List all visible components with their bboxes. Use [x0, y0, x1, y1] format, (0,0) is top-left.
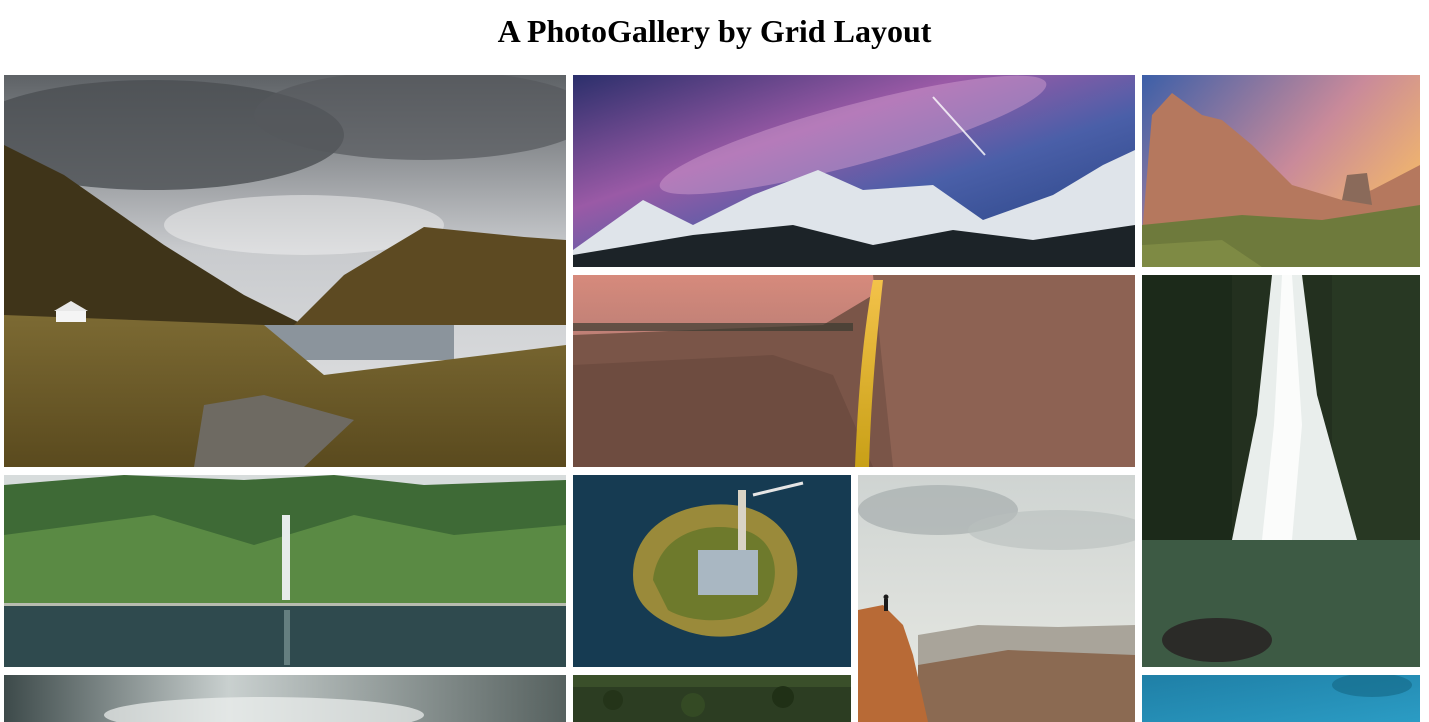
- photo-gallery-grid: [0, 0, 1429, 722]
- gallery-photo-green-fjord[interactable]: [4, 475, 566, 667]
- gallery-photo-canyon-hiker[interactable]: [858, 475, 1135, 722]
- gallery-photo-stormy-coast[interactable]: [4, 675, 566, 722]
- gallery-photo-forest-waterfall[interactable]: [1142, 275, 1420, 667]
- gallery-photo-firefall-cliff[interactable]: [573, 275, 1135, 467]
- gallery-photo-blue-water[interactable]: [1142, 675, 1420, 722]
- gallery-photo-aerial-island[interactable]: [573, 475, 851, 667]
- gallery-photo-dolomites-sunset[interactable]: [1142, 75, 1420, 267]
- gallery-photo-valley-lake[interactable]: [4, 75, 566, 467]
- gallery-photo-aerial-forest[interactable]: [573, 675, 851, 722]
- gallery-photo-milky-way-mountains[interactable]: [573, 75, 1135, 267]
